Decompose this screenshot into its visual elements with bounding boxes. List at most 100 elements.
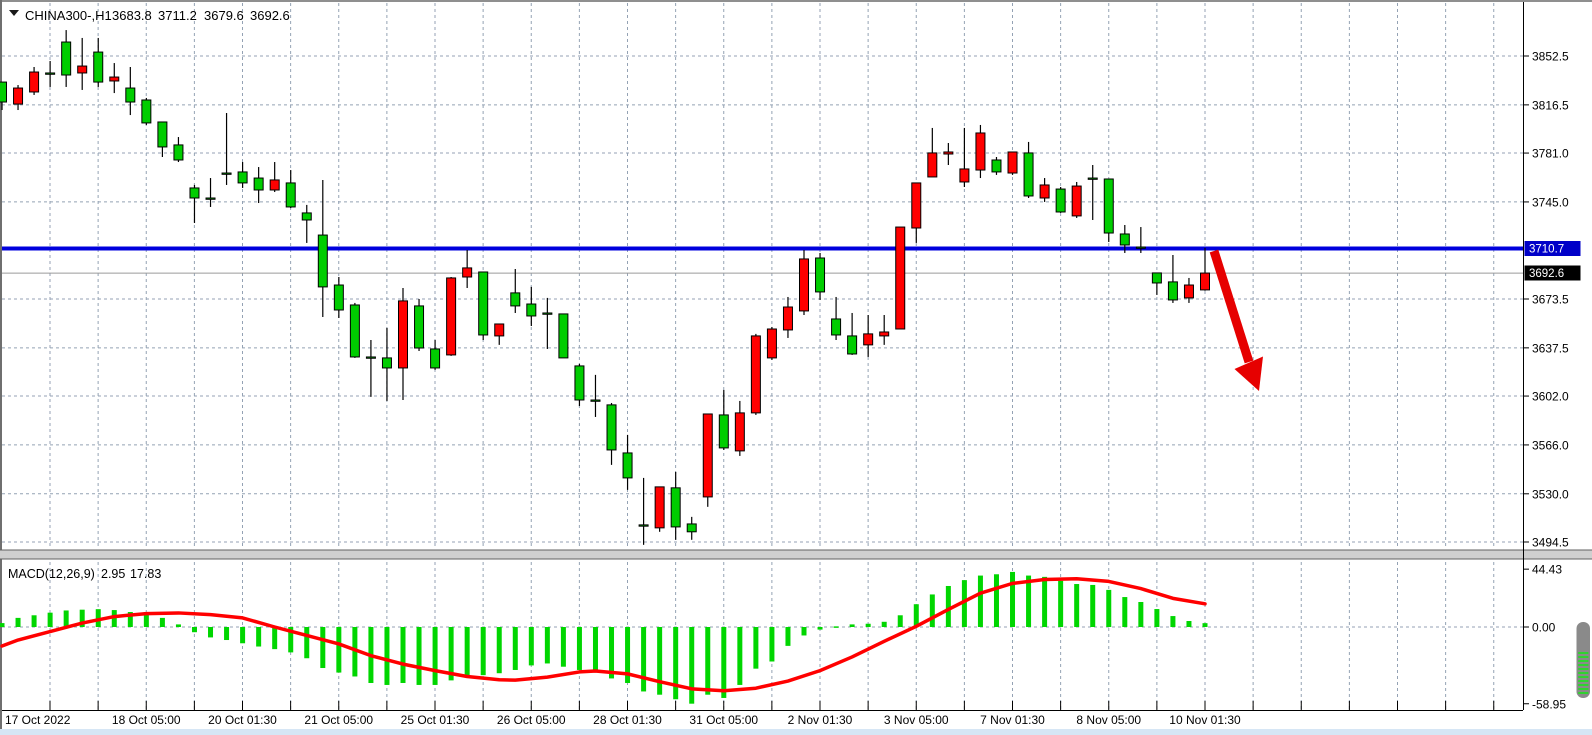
macd-axis-label: -58.95	[1532, 697, 1566, 711]
time-axis-label: 25 Oct 01:30	[401, 713, 470, 727]
macd-histogram-bar	[433, 627, 438, 685]
macd-axis-label: 0.00	[1532, 621, 1556, 635]
macd-histogram-bar	[1010, 572, 1015, 627]
macd-histogram-bar	[898, 615, 903, 627]
macd-histogram-bar	[946, 586, 951, 627]
price-axis-label: 3602.0	[1532, 390, 1569, 404]
macd-histogram-bar	[272, 627, 277, 649]
scrollbar-stripe	[1578, 664, 1588, 666]
bid-price-badge-text: 3692.6	[1529, 268, 1564, 280]
macd-histogram-bar	[32, 615, 37, 627]
scrollbar-stripe	[1578, 676, 1588, 678]
macd-histogram-bar	[48, 613, 53, 627]
macd-histogram-bar	[850, 624, 855, 627]
macd-histogram-bar	[593, 627, 598, 672]
macd-histogram-bar	[994, 574, 999, 627]
time-axis-label: 26 Oct 05:00	[497, 713, 566, 727]
macd-histogram-bar	[882, 622, 887, 627]
macd-histogram-bar	[657, 627, 662, 695]
macd-histogram-bar	[1170, 616, 1175, 627]
macd-histogram-bar	[545, 627, 550, 663]
macd-histogram-bar	[256, 627, 261, 647]
price-axis-label: 3637.5	[1532, 341, 1569, 355]
macd-histogram-bar	[818, 627, 823, 630]
price-axis-label: 3781.0	[1532, 147, 1569, 161]
macd-histogram-bar	[689, 627, 694, 704]
time-axis-label: 7 Nov 01:30	[980, 713, 1045, 727]
scrollbar-stripe	[1578, 660, 1588, 662]
price-axis-label: 3494.5	[1532, 535, 1569, 549]
macd-histogram-bar	[930, 594, 935, 627]
macd-histogram-bar	[513, 627, 518, 670]
macd-histogram-bar	[497, 627, 502, 673]
macd-histogram-bar	[561, 627, 566, 667]
time-axis-label: 8 Nov 05:00	[1076, 713, 1141, 727]
macd-histogram-bar	[1090, 585, 1095, 627]
trading-chart-window: 17 Oct 202218 Oct 05:0020 Oct 01:3021 Oc…	[0, 0, 1592, 735]
macd-histogram-bar	[1122, 597, 1127, 627]
macd-histogram-bar	[16, 618, 21, 627]
macd-histogram-bar	[1042, 577, 1047, 627]
time-axis-label: 21 Oct 05:00	[304, 713, 373, 727]
price-axis-label: 3566.0	[1532, 438, 1569, 452]
macd-histogram-bar	[705, 627, 710, 695]
macd-histogram-bar	[785, 627, 790, 646]
scrollbar-stripe	[1578, 684, 1588, 686]
macd-histogram-bar	[802, 627, 807, 635]
scrollbar-stripe	[1578, 680, 1588, 682]
macd-histogram-bar	[320, 627, 325, 668]
macd-histogram-bar	[1058, 581, 1063, 627]
macd-axis-label: 44.43	[1532, 563, 1562, 577]
macd-histogram-bar	[673, 627, 678, 699]
price-axis-label: 3530.0	[1532, 487, 1569, 501]
time-axis-label: 18 Oct 05:00	[112, 713, 181, 727]
panel-splitter[interactable]	[0, 550, 1592, 559]
macd-histogram-bar	[721, 627, 726, 698]
window-top-border	[0, 0, 1592, 2]
macd-histogram-bar	[1186, 621, 1191, 627]
scrollbar-stripe	[1578, 668, 1588, 670]
macd-histogram-bar	[737, 627, 742, 685]
macd-histogram-bar	[1074, 584, 1079, 627]
hline-price-badge-text: 3710.7	[1529, 244, 1564, 256]
time-axis-label: 28 Oct 01:30	[593, 713, 662, 727]
macd-histogram-bar	[1138, 602, 1143, 627]
scrollbar-stripe	[1578, 688, 1588, 690]
price-axis-label: 3745.0	[1532, 195, 1569, 209]
window-bottom-strip	[0, 729, 1592, 735]
time-axis-label: 3 Nov 05:00	[884, 713, 949, 727]
price-axis-label: 3673.5	[1532, 292, 1569, 306]
macd-histogram-bar	[401, 627, 406, 683]
macd-histogram-bar	[64, 610, 69, 627]
macd-histogram-bar	[160, 618, 165, 627]
macd-histogram-bar	[336, 627, 341, 673]
macd-main-value: 2.95	[101, 567, 125, 581]
macd-histogram-bar	[577, 627, 582, 670]
chart-plot-area[interactable]	[2, 2, 1523, 550]
macd-histogram-bar	[384, 627, 389, 685]
macd-histogram-bar	[0, 623, 5, 627]
macd-histogram-bar	[866, 624, 871, 627]
price-axis-label: 3816.5	[1532, 98, 1569, 112]
macd-histogram-bar	[1154, 609, 1159, 627]
macd-histogram-bar	[465, 627, 470, 676]
macd-histogram-bar	[834, 626, 839, 628]
time-axis-label: 31 Oct 05:00	[689, 713, 758, 727]
macd-histogram-bar	[176, 624, 181, 627]
macd-histogram-bar	[978, 576, 983, 627]
macd-histogram-bar	[769, 627, 774, 662]
macd-histogram-bar	[304, 627, 309, 658]
time-axis-label: 2 Nov 01:30	[788, 713, 853, 727]
time-axis-label: 10 Nov 01:30	[1169, 713, 1241, 727]
macd-histogram-bar	[192, 627, 197, 632]
macd-histogram-bar	[208, 627, 213, 637]
macd-histogram-bar	[753, 627, 758, 669]
macd-indicator-label: MACD(12,26,9)	[8, 567, 95, 581]
scrollbar-stripe	[1578, 656, 1588, 658]
right-edge-scrollbar-thumb[interactable]	[1577, 622, 1591, 698]
macd-histogram-bar	[417, 627, 422, 685]
macd-histogram-bar	[224, 627, 229, 640]
macd-signal-value: 17.83	[130, 567, 161, 581]
macd-histogram-bar	[1106, 590, 1111, 627]
scrollbar-stripe	[1578, 672, 1588, 674]
